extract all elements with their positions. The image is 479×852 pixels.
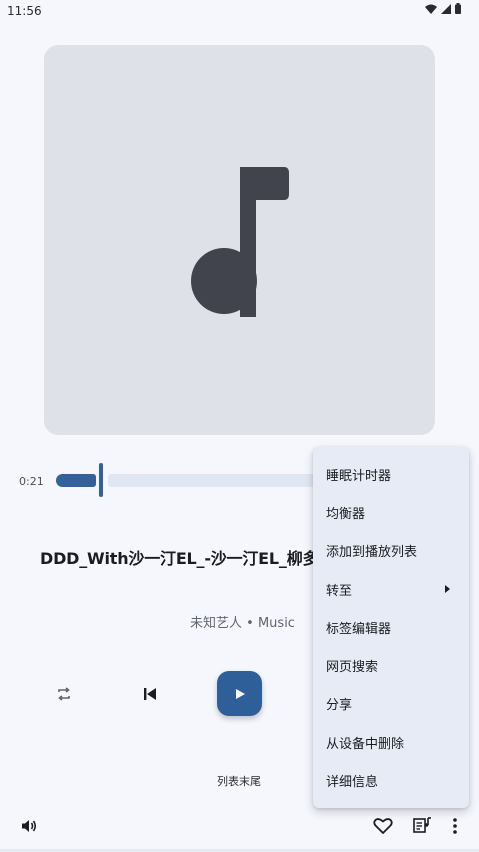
menu-item-details[interactable]: 详细信息 <box>313 761 469 799</box>
menu-item-share[interactable]: 分享 <box>313 685 469 723</box>
playlist-button[interactable] <box>411 815 433 837</box>
cellular-signal-icon <box>441 3 451 14</box>
menu-item-tag-editor[interactable]: 标签编辑器 <box>313 608 469 646</box>
menu-item-equalizer[interactable]: 均衡器 <box>313 493 469 531</box>
play-icon <box>235 688 245 699</box>
song-subtitle: 未知艺人 • Music <box>190 612 295 631</box>
seek-thumb[interactable] <box>99 463 103 497</box>
status-time: 11:56 <box>7 4 42 18</box>
album-art <box>44 45 435 435</box>
music-note-icon <box>191 167 289 317</box>
submenu-arrow-icon <box>445 584 450 593</box>
artist-name[interactable]: 未知艺人 <box>190 616 242 631</box>
battery-icon <box>455 3 461 14</box>
seek-progress <box>56 474 96 487</box>
play-button[interactable] <box>217 671 262 716</box>
playlist-music-icon <box>413 817 431 833</box>
more-vert-icon <box>453 818 457 834</box>
queue-status: 列表末尾 <box>217 775 261 788</box>
menu-item-add-to-playlist[interactable]: 添加到播放列表 <box>313 532 469 570</box>
heart-outline-icon <box>373 818 393 834</box>
status-icons <box>425 3 461 14</box>
status-bar: 11:56 <box>0 0 479 22</box>
elapsed-time: 0:21 <box>19 475 44 488</box>
menu-item-delete-from-device[interactable]: 从设备中删除 <box>313 723 469 761</box>
overflow-menu: 睡眠计时器 均衡器 添加到播放列表 转至 标签编辑器 网页搜索 分享 从设备中删… <box>313 447 469 808</box>
menu-item-go-to[interactable]: 转至 <box>313 570 469 608</box>
menu-item-sleep-timer[interactable]: 睡眠计时器 <box>313 455 469 493</box>
seek-track[interactable] <box>108 474 318 487</box>
subtitle-separator: • <box>246 616 254 631</box>
menu-item-web-search[interactable]: 网页搜索 <box>313 646 469 684</box>
repeat-icon <box>58 687 70 701</box>
volume-icon <box>22 820 37 832</box>
volume-button[interactable] <box>18 815 40 837</box>
wifi-icon <box>425 4 437 14</box>
menu-item-go-to-label: 转至 <box>326 583 353 599</box>
skip-previous-icon <box>144 688 156 700</box>
previous-button[interactable] <box>136 680 164 708</box>
favorite-button[interactable] <box>372 815 394 837</box>
album-name[interactable]: Music <box>258 616 295 631</box>
more-options-button[interactable] <box>446 815 464 837</box>
song-title: DDD_With沙一汀EL_-沙一汀EL_柳多 <box>40 549 315 568</box>
repeat-button[interactable] <box>50 680 78 708</box>
